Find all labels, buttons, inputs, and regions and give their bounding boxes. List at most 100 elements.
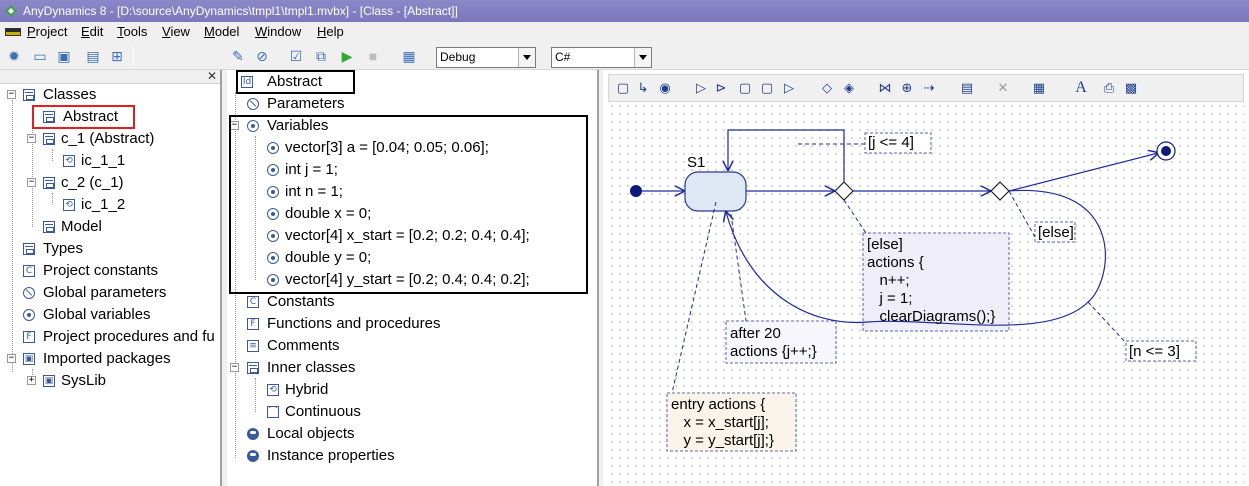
fork-tool-icon[interactable]: ⋈ xyxy=(877,80,893,96)
tree-line xyxy=(12,100,13,372)
state-tool-icon[interactable]: ▢ xyxy=(615,80,631,96)
transition-loop-j[interactable] xyxy=(728,129,845,182)
menu-tools[interactable]: Tools xyxy=(117,22,147,42)
save-icon[interactable]: ▣ xyxy=(55,47,73,65)
menu-edit[interactable]: Edit xyxy=(81,22,103,42)
branch-tool-icon[interactable]: ⊳ xyxy=(713,80,729,96)
language-value: C# xyxy=(555,50,571,64)
continuous-icon: ⌒ xyxy=(267,406,279,418)
branch-1[interactable] xyxy=(834,181,854,201)
instance-icon: ⟲ xyxy=(63,155,75,167)
guard-n-connector xyxy=(1087,301,1127,344)
collapse-icon[interactable]: − xyxy=(27,134,36,143)
tree-item-label: c_2 (c_1) xyxy=(61,174,124,191)
open-folder-icon[interactable]: ▭ xyxy=(31,47,49,65)
menu-model[interactable]: Model xyxy=(204,22,239,42)
state-s1-label: S1 xyxy=(687,154,706,171)
check-icon[interactable]: ☑ xyxy=(287,47,305,65)
member-label: Inner classes xyxy=(267,359,356,376)
diagram-canvas[interactable]: S1 [j <= 4] [else] [else] actions { n++;… xyxy=(608,102,1244,486)
calculator-icon[interactable]: ▦ xyxy=(400,47,418,65)
collapse-icon[interactable]: − xyxy=(7,354,16,363)
tree-item-label: Classes xyxy=(43,86,97,103)
close-icon[interactable]: ✕ xyxy=(207,70,217,82)
menu-project[interactable]: Project xyxy=(27,22,67,42)
hierarchy-icon[interactable]: ⊞ xyxy=(108,47,126,65)
expand-icon[interactable]: + xyxy=(27,376,36,385)
exit-tool-icon[interactable]: ▷ xyxy=(781,80,797,96)
after-note-text: after 20 actions {j++;} xyxy=(730,325,817,360)
save-all-icon[interactable]: ▤ xyxy=(84,47,102,65)
panel-header: ✕ xyxy=(0,70,220,84)
transition-tool-icon[interactable]: ↳ xyxy=(635,80,651,96)
branch-2[interactable] xyxy=(990,181,1010,201)
collapse-icon[interactable]: − xyxy=(230,363,239,372)
package-icon: ▣ xyxy=(23,353,35,365)
main-toolbar: ✹ ▭ ▣ ▤ ⊞ ✎ ⊘ ☑ ⧉ ▶ ■ ▦ Debug C# xyxy=(0,42,1249,70)
stop-icon[interactable]: ■ xyxy=(364,47,382,65)
types-icon xyxy=(23,243,35,255)
class-icon xyxy=(43,221,55,233)
function-icon: F xyxy=(247,318,259,330)
join-tool-icon[interactable]: ⊕ xyxy=(899,80,915,96)
menu-help[interactable]: Help xyxy=(317,22,344,42)
history-tool-icon[interactable]: ▢ xyxy=(737,80,753,96)
tree-item-label: ic_1_1 xyxy=(81,152,126,169)
collapse-icon[interactable]: − xyxy=(7,90,16,99)
else-note-text: [else] actions { n++; j = 1; clearDiagra… xyxy=(867,236,996,325)
collapse-icon[interactable]: − xyxy=(27,178,36,187)
sub-state-tool-icon[interactable]: ▢ xyxy=(759,80,775,96)
guard-n-label: [n <= 3] xyxy=(1129,343,1180,360)
image-icon[interactable]: ▩ xyxy=(1123,80,1139,96)
build-config-value: Debug xyxy=(440,50,476,64)
entry-note-text: entry actions { x = x_start[j]; y = y_st… xyxy=(671,396,774,449)
arrow-tool-icon[interactable]: ⇢ xyxy=(921,80,937,96)
tree-item-label: SysLib xyxy=(61,372,107,389)
menu-window[interactable]: Window xyxy=(255,22,301,42)
title-bar: AnyDynamics 8 - [D:\source\AnyDynamics\t… xyxy=(0,0,1249,22)
new-project-icon[interactable]: ✹ xyxy=(5,47,23,65)
after-note-connector xyxy=(730,213,747,322)
member-label: Parameters xyxy=(267,95,345,112)
tree-line xyxy=(255,378,256,412)
final-state-tool-icon[interactable]: ◉ xyxy=(657,80,673,96)
chevron-down-icon[interactable] xyxy=(518,48,535,67)
function-icon: F xyxy=(23,331,35,343)
member-label: Constants xyxy=(267,293,335,310)
eraser-icon[interactable]: ✎ xyxy=(229,47,247,65)
build-config-select[interactable]: Debug xyxy=(436,47,536,68)
tree-item-label: Global variables xyxy=(43,306,151,323)
build-icon[interactable]: ⧉ xyxy=(312,47,330,65)
note-tool-icon[interactable]: ▤ xyxy=(959,80,975,96)
delete-icon[interactable]: ✕ xyxy=(995,80,1011,96)
diamond-fill-tool-icon[interactable]: ◈ xyxy=(841,80,857,96)
stop-sign-icon[interactable]: ⊘ xyxy=(253,47,271,65)
selection-highlight xyxy=(32,105,135,129)
step-tool-icon[interactable]: ▷ xyxy=(693,80,709,96)
menu-bar: Project Edit Tools View Model Window Hel… xyxy=(0,22,1249,42)
member-label: Comments xyxy=(267,337,340,354)
member-label: Continuous xyxy=(285,403,361,420)
tree-item-label: Imported packages xyxy=(43,350,171,367)
tree-item-label: Project procedures and fu xyxy=(43,328,215,345)
grid-icon[interactable]: ▦ xyxy=(1031,80,1047,96)
toolbar-separator xyxy=(133,46,134,66)
diamond-tool-icon[interactable]: ◇ xyxy=(819,80,835,96)
selection-highlight xyxy=(236,70,355,94)
menu-view[interactable]: View xyxy=(162,22,190,42)
tree-item-label: c_1 (Abstract) xyxy=(61,130,155,147)
font-icon[interactable]: A xyxy=(1073,80,1089,96)
member-label: Instance properties xyxy=(267,447,395,464)
local-objects-icon xyxy=(247,428,259,440)
transition-to-final[interactable] xyxy=(1008,153,1158,192)
initial-state[interactable] xyxy=(630,185,642,197)
language-select[interactable]: C# xyxy=(551,47,652,68)
class-icon xyxy=(43,133,55,145)
print-icon[interactable]: ⎙ xyxy=(1101,80,1117,96)
constant-icon: C xyxy=(247,296,259,308)
tree-line xyxy=(52,193,53,205)
project-tree-panel: ✕ − Classes Abstract − c_1 (Abstract) ⟲ … xyxy=(0,70,222,486)
variable-icon xyxy=(23,309,35,321)
run-icon[interactable]: ▶ xyxy=(338,47,356,65)
chevron-down-icon[interactable] xyxy=(634,48,651,67)
